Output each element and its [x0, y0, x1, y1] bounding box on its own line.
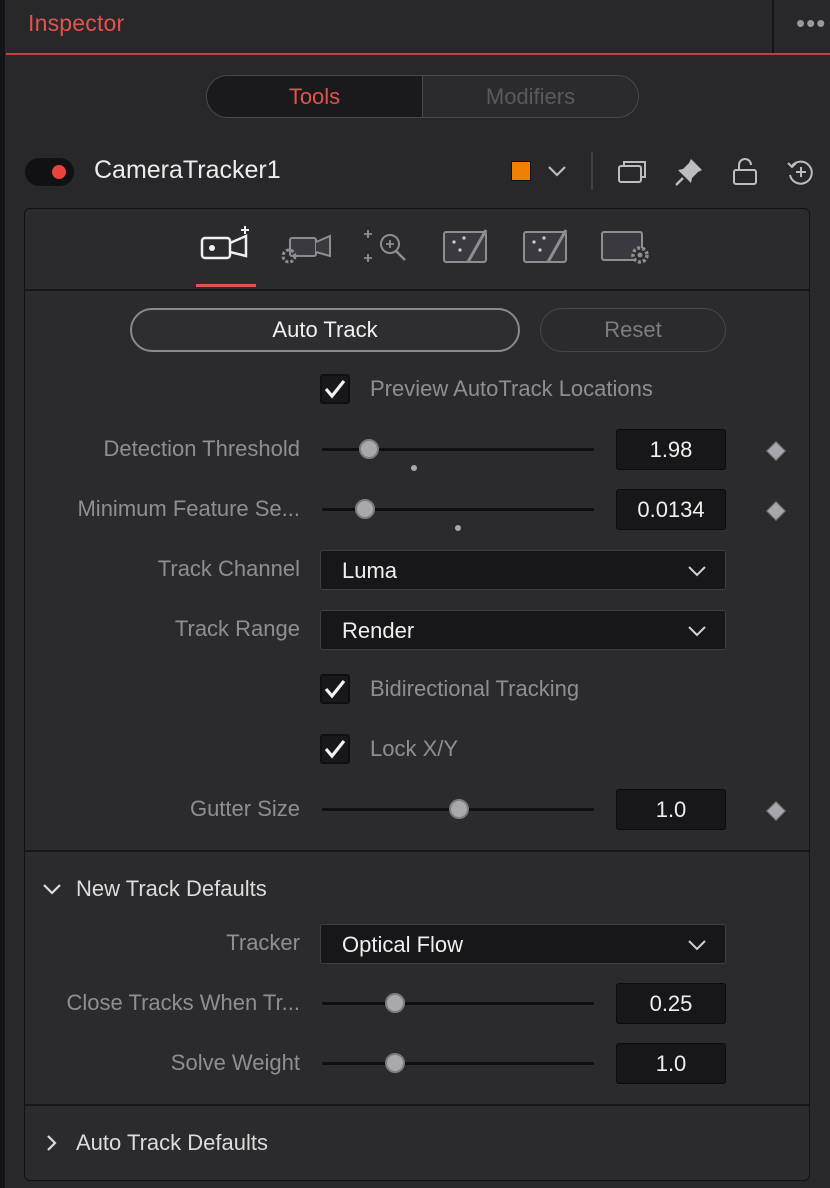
minimum-feature-label: Minimum Feature Se... — [77, 496, 300, 521]
pin-icon[interactable] — [672, 155, 706, 189]
active-tab-indicator — [196, 284, 256, 287]
windows-icon[interactable] — [615, 155, 649, 189]
solve-weight-knob[interactable] — [385, 1053, 405, 1073]
checkmark-icon — [324, 380, 346, 399]
toggle-dot — [52, 165, 66, 179]
tab-tools[interactable]: Tools — [207, 76, 423, 117]
reset-button[interactable]: Reset — [540, 308, 726, 352]
node-name: CameraTracker1 — [94, 156, 281, 184]
inspector-header: Inspector ••• — [6, 0, 830, 55]
gutter-size-input[interactable]: 1.0 — [616, 789, 726, 830]
gutter-size-label: Gutter Size — [189, 796, 300, 821]
chevron-down-icon — [43, 884, 61, 895]
lock-xy-checkbox[interactable] — [320, 734, 350, 764]
minimum-feature-input[interactable]: 0.0134 — [616, 489, 726, 530]
detection-threshold-input[interactable]: 1.98 — [616, 429, 726, 470]
tab-modifiers[interactable]: Modifiers — [423, 76, 638, 117]
close-tracks-label: Close Tracks When Tr... — [66, 990, 300, 1015]
solve-zoom-icon[interactable] — [360, 224, 412, 268]
bidirectional-label: Bidirectional Tracking — [370, 676, 580, 701]
detection-threshold-label: Detection Threshold — [103, 436, 301, 461]
section-separator — [25, 850, 809, 852]
chevron-right-icon — [47, 1135, 57, 1151]
node-color-swatch[interactable] — [511, 161, 531, 181]
lock-xy-label: Lock X/Y — [370, 736, 459, 761]
default-marker — [411, 465, 417, 471]
detection-threshold-knob[interactable] — [359, 439, 379, 459]
preview-autotrack-label: Preview AutoTrack Locations — [370, 376, 653, 401]
track-range-dropdown[interactable]: Render — [320, 610, 726, 650]
gutter-size-knob[interactable] — [449, 799, 469, 819]
solve-weight-input[interactable]: 1.0 — [616, 1043, 726, 1084]
reset-icon[interactable] — [784, 155, 818, 189]
preview-autotrack-checkbox[interactable] — [320, 374, 350, 404]
close-tracks-input[interactable]: 0.25 — [616, 983, 726, 1024]
header-divider — [772, 0, 774, 53]
track-channel-dropdown[interactable]: Luma — [320, 550, 726, 590]
close-tracks-knob[interactable] — [385, 993, 405, 1013]
section-separator — [25, 1104, 809, 1106]
auto-track-defaults-title: Auto Track Defaults — [76, 1130, 268, 1155]
tools-modifiers-toggle: Tools Modifiers — [206, 75, 639, 118]
new-track-defaults-title: New Track Defaults — [76, 876, 267, 901]
checkmark-icon — [324, 740, 346, 759]
close-tracks-slider[interactable] — [322, 1002, 594, 1005]
node-row-divider — [591, 152, 593, 190]
chevron-down-icon — [688, 566, 706, 577]
default-marker — [455, 525, 461, 531]
auto-track-defaults-header[interactable]: Auto Track Defaults — [42, 1130, 268, 1156]
camera-settings-icon[interactable] — [280, 224, 332, 268]
chevron-down-icon[interactable] — [546, 160, 568, 182]
tabs-separator — [25, 289, 809, 291]
export-wand-icon[interactable] — [440, 224, 492, 268]
track-channel-label: Track Channel — [157, 556, 300, 581]
checkmark-icon — [324, 680, 346, 699]
chevron-down-icon — [688, 626, 706, 637]
lock-icon[interactable] — [728, 155, 762, 189]
bidirectional-checkbox[interactable] — [320, 674, 350, 704]
chevron-down-icon — [688, 940, 706, 951]
tracker-label: Tracker — [226, 930, 300, 955]
tracker-dropdown[interactable]: Optical Flow — [320, 924, 726, 964]
options-gear-icon[interactable] — [600, 224, 652, 268]
solve-weight-label: Solve Weight — [170, 1050, 300, 1075]
more-options-icon[interactable]: ••• — [796, 8, 826, 39]
solve-weight-slider[interactable] — [322, 1062, 594, 1065]
new-track-defaults-header[interactable]: New Track Defaults — [42, 876, 267, 902]
track-range-value: Render — [342, 618, 415, 643]
track-channel-value: Luma — [342, 558, 398, 583]
track-range-label: Track Range — [174, 616, 300, 641]
refine-wand-icon[interactable] — [520, 224, 572, 268]
inspector-title: Inspector — [28, 10, 125, 36]
minimum-feature-knob[interactable] — [355, 499, 375, 519]
auto-track-button[interactable]: Auto Track — [130, 308, 520, 352]
node-enable-toggle[interactable] — [25, 158, 74, 186]
track-camera-icon[interactable] — [200, 224, 252, 268]
tracker-value: Optical Flow — [342, 932, 464, 957]
